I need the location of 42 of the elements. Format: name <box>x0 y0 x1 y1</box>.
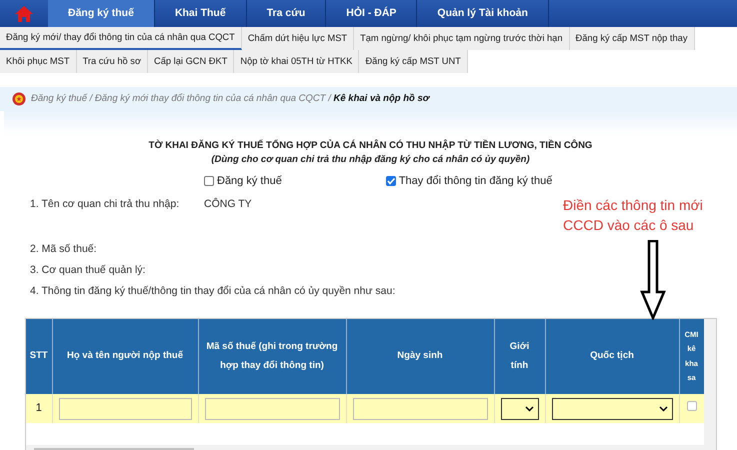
form-title: TỜ KHAI ĐĂNG KÝ THUẾ TỔNG HỢP CỦA CÁ NHÂN CÓ THU NHẬP TỪ TIỀN LƯƠNG, TIỀN CÔNG <box>148 139 594 153</box>
sub-menu-tab[interactable]: Chấm dứt hiệu lực MST <box>242 27 354 50</box>
column-header: Họ và tên người nộp thuế <box>52 319 198 394</box>
column-header: Giới tính <box>494 319 545 394</box>
sub-menu-tab[interactable]: Đăng ký cấp MST UNT <box>359 50 468 73</box>
text-input[interactable] <box>204 398 340 420</box>
sub-menu-tab[interactable]: Cấp lại GCN ĐKT <box>148 50 234 73</box>
option-label: Thay đổi thông tin đăng ký thuế <box>398 174 552 188</box>
checkbox[interactable] <box>204 176 214 186</box>
caret-icon <box>524 406 534 412</box>
sub-menu-tab[interactable]: Khôi phục MST <box>0 50 77 73</box>
section-heading: 4. Thông tin đăng ký thuế/thông tin thay đổi của cá nhân có ủy quyền như sau: <box>29 284 396 299</box>
option-label: Đăng ký thuế <box>217 174 282 188</box>
nav-tab[interactable]: Đăng ký thuế <box>48 0 155 27</box>
vertical-scrollbar[interactable] <box>704 319 716 450</box>
down-arrow-icon <box>640 240 666 320</box>
form-subtitle: (Dùng cho cơ quan chi trả thu nhập đăng ký cho cá nhân có ủy quyền) <box>210 153 531 168</box>
emblem-icon <box>12 92 26 106</box>
field-label: 2. Mã số thuế: <box>30 242 98 257</box>
sub-menu-tab[interactable]: Đăng ký cấp MST nộp thay <box>570 27 694 50</box>
dropdown[interactable] <box>552 398 672 420</box>
column-header: STT <box>26 319 52 394</box>
breadcrumb-text: Đăng ký thuế / Đăng ký mới thay đổi thông tin của cá nhân qua CQCT / Kê khai và nộp hồ sơ <box>31 92 430 106</box>
dropdown[interactable] <box>500 398 538 420</box>
sub-menu-tab[interactable]: Nộp tờ khai 05TH từ HTKK <box>234 50 360 73</box>
sub-menu-tab[interactable]: Tra cứu hồ sơ <box>76 50 148 73</box>
text-input[interactable] <box>58 398 192 420</box>
checkbox[interactable] <box>386 176 396 186</box>
text-input[interactable] <box>352 398 488 420</box>
field-label: 3. Cơ quan thuế quản lý: <box>30 263 146 278</box>
column-header: Mã số thuế (ghi trong trường hợp thay đổi thông tin) <box>198 319 346 394</box>
field-label: 1. Tên cơ quan chi trả thu nhập: <box>30 197 180 212</box>
caret-icon <box>658 406 668 412</box>
column-header: Ngày sinh <box>346 319 494 394</box>
annotation-text: Điền các thông tin mới CCCD vào các ô sau <box>563 196 704 235</box>
row-number: 1 <box>26 394 52 423</box>
field-value: CÔNG TY <box>204 197 252 212</box>
sub-menu-tab[interactable]: Đăng ký mới/ thay đổi thông tin của cá nhân qua CQCT <box>0 27 242 50</box>
sub-menu-tab[interactable]: Tạm ngừng/ khôi phục tạm ngừng trước thời hạn <box>354 27 570 50</box>
home-icon[interactable] <box>14 4 34 22</box>
column-header: Quốc tịch <box>545 319 679 394</box>
checkbox[interactable] <box>686 401 696 412</box>
